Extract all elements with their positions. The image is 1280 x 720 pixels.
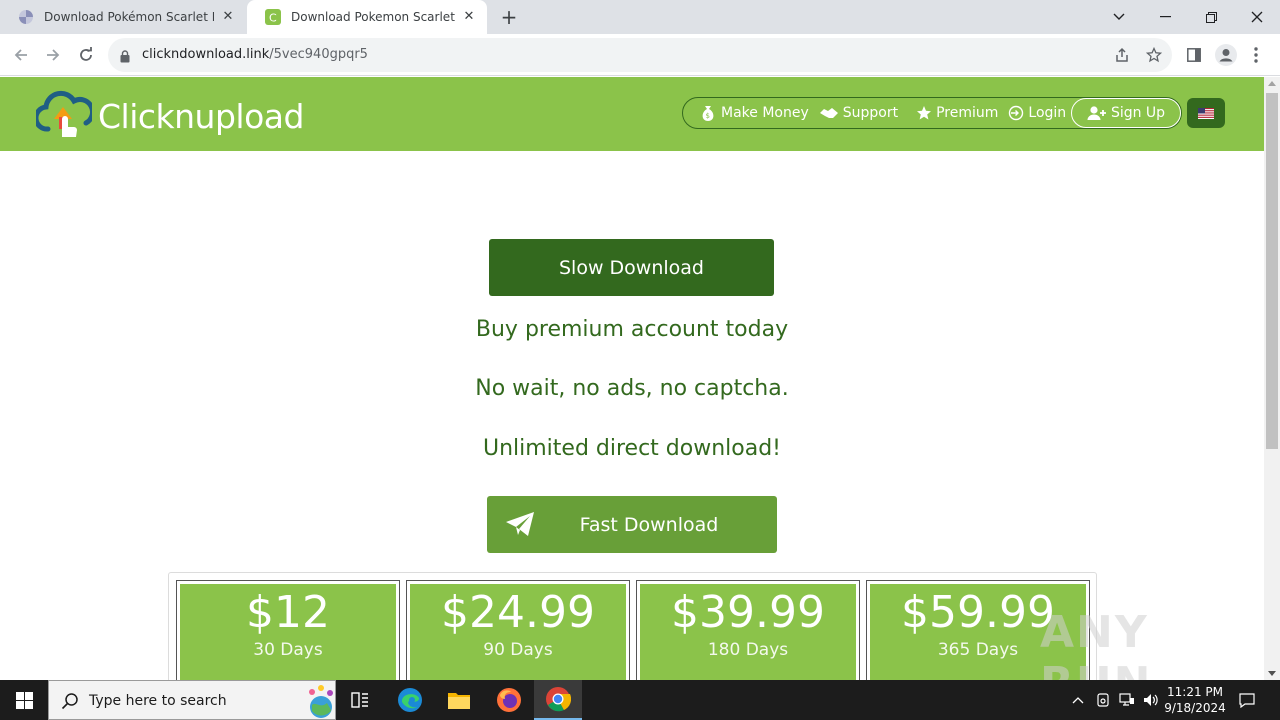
promo-line-unlimited: Unlimited direct download! xyxy=(482,436,782,461)
new-tab-button[interactable]: + xyxy=(498,6,520,28)
tab-close-icon[interactable]: ✕ xyxy=(461,9,477,25)
plan-card-180-days[interactable]: $39.99 180 Days xyxy=(636,580,860,680)
browser-tab-1[interactable]: Download Pokémon Scarlet NSP ✕ xyxy=(0,0,246,34)
taskbar-search-box[interactable]: Type here to search xyxy=(48,680,336,720)
browser-toolbar: clickndownload.link/5vec940gpqr5 xyxy=(0,34,1280,76)
page-scrollbar[interactable] xyxy=(1264,77,1280,680)
plan-price: $39.99 xyxy=(671,587,825,638)
nav-make-money[interactable]: $ Make Money xyxy=(699,104,809,122)
promo-line-no-wait: No wait, no ads, no captcha. xyxy=(475,376,789,401)
notification-icon[interactable] xyxy=(1236,680,1258,720)
address-bar[interactable]: clickndownload.link/5vec940gpqr5 xyxy=(108,38,1172,72)
fast-download-button[interactable]: Fast Download xyxy=(487,496,777,553)
plan-price: $24.99 xyxy=(441,587,595,638)
nav-sign-up[interactable]: Sign Up xyxy=(1071,98,1181,128)
scroll-up-arrow-icon[interactable] xyxy=(1268,81,1276,86)
nav-premium[interactable]: Premium xyxy=(916,105,998,121)
clock-date: 9/18/2024 xyxy=(1164,701,1226,715)
promo-line-premium: Buy premium account today xyxy=(475,317,789,342)
file-explorer-icon[interactable] xyxy=(435,680,483,720)
language-selector[interactable] xyxy=(1187,98,1225,128)
window-close-icon[interactable] xyxy=(1234,0,1280,34)
plan-card-90-days[interactable]: $24.99 90 Days xyxy=(406,580,630,680)
plan-period: 30 Days xyxy=(253,640,323,660)
task-view-icon[interactable] xyxy=(336,680,384,720)
logo-text: Clicknupload xyxy=(98,97,304,136)
money-bag-icon: $ xyxy=(702,106,714,121)
clock-time: 11:21 PM xyxy=(1167,685,1223,699)
star-icon xyxy=(917,106,932,120)
bookmark-star-icon[interactable] xyxy=(1145,46,1163,64)
firefox-icon[interactable] xyxy=(485,680,533,720)
plan-period: 90 Days xyxy=(483,640,553,660)
search-placeholder: Type here to search xyxy=(89,693,227,709)
handshake-icon xyxy=(819,108,838,118)
menu-kebab-icon[interactable] xyxy=(1243,42,1269,68)
windows-taskbar: Type here to search 11:21 PM 9/18/2024 xyxy=(0,680,1280,720)
paper-plane-icon xyxy=(506,512,534,536)
tab-search-chevron-icon[interactable] xyxy=(1096,0,1142,34)
tab-title: Download Pokemon Scarlet [010 xyxy=(291,10,455,24)
slow-download-button[interactable]: Slow Download xyxy=(489,239,774,296)
start-button[interactable] xyxy=(0,680,48,720)
svg-text:C: C xyxy=(269,12,277,25)
us-flag-icon xyxy=(1198,107,1214,119)
network-icon[interactable] xyxy=(1116,680,1138,720)
scroll-down-arrow-icon[interactable] xyxy=(1268,671,1276,676)
login-icon xyxy=(1009,105,1024,121)
url-text: clickndownload.link/5vec940gpqr5 xyxy=(142,47,368,62)
anyrun-watermark: ANY RUN xyxy=(1040,607,1150,680)
lock-icon[interactable] xyxy=(120,48,130,67)
profile-avatar-icon[interactable] xyxy=(1213,42,1239,68)
site-logo[interactable]: Clicknupload xyxy=(36,89,316,141)
tray-device-icon[interactable] xyxy=(1093,680,1113,720)
svg-text:$: $ xyxy=(706,112,710,120)
browser-tab-2[interactable]: C Download Pokemon Scarlet [010 ✕ xyxy=(247,0,487,34)
system-clock[interactable]: 11:21 PM 9/18/2024 xyxy=(1160,684,1230,716)
pricing-plans: $12 30 Days $24.99 90 Days $39.99 180 Da… xyxy=(168,572,1097,680)
browser-tab-bar: Download Pokémon Scarlet NSP ✕ C Downloa… xyxy=(0,0,1280,34)
pinwheel-favicon-icon xyxy=(18,9,34,25)
volume-icon[interactable] xyxy=(1140,680,1162,720)
back-arrow-icon[interactable] xyxy=(8,42,34,68)
tray-chevron-up-icon[interactable] xyxy=(1068,680,1088,720)
nav-login[interactable]: Login xyxy=(1008,105,1066,121)
side-panel-icon[interactable] xyxy=(1181,42,1207,68)
tab-title: Download Pokémon Scarlet NSP xyxy=(44,10,214,24)
share-icon[interactable] xyxy=(1113,46,1131,64)
plan-price: $12 xyxy=(246,587,330,638)
search-icon xyxy=(61,692,79,714)
plan-card-30-days[interactable]: $12 30 Days xyxy=(176,580,400,680)
nav-support[interactable]: Support xyxy=(819,105,898,121)
tab-close-icon[interactable]: ✕ xyxy=(220,9,236,25)
reload-icon[interactable] xyxy=(73,42,99,68)
page-viewport: Clicknupload $ Make Money Support Premiu… xyxy=(0,77,1264,680)
cloud-upload-logo-icon xyxy=(36,90,92,137)
scrollbar-thumb[interactable] xyxy=(1266,93,1278,449)
clicknupload-favicon-icon: C xyxy=(265,9,281,25)
search-highlight-globe-icon xyxy=(307,683,335,720)
windows-logo-icon xyxy=(15,691,33,709)
user-plus-icon xyxy=(1087,106,1106,120)
edge-browser-icon[interactable] xyxy=(386,680,434,720)
plan-period: 180 Days xyxy=(707,640,789,660)
minimize-icon[interactable] xyxy=(1142,0,1188,34)
forward-arrow-icon[interactable] xyxy=(40,42,66,68)
chrome-icon[interactable] xyxy=(534,680,582,720)
site-header: Clicknupload $ Make Money Support Premiu… xyxy=(0,77,1264,151)
restore-icon[interactable] xyxy=(1188,0,1234,34)
